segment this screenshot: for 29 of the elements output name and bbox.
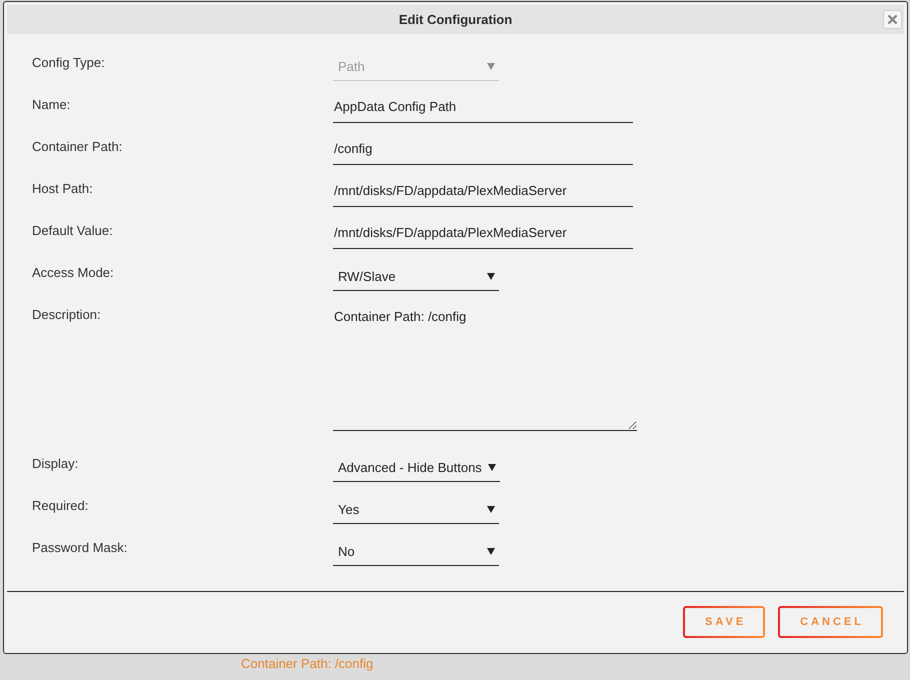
- caret-icon: [488, 464, 496, 470]
- field-label: Required:: [32, 498, 90, 514]
- field-label: Description:: [32, 307, 102, 323]
- field-label: Access Mode:: [32, 265, 115, 281]
- text-field[interactable]: /config: [333, 139, 633, 165]
- field-label: Config Type:: [32, 55, 106, 71]
- text-field[interactable]: AppData Config Path: [333, 97, 633, 123]
- dropdown[interactable]: Yes: [333, 498, 499, 524]
- dropdown[interactable]: No: [333, 540, 499, 566]
- text-field[interactable]: /mnt/disks/FD/appdata/PlexMediaServer: [333, 223, 633, 249]
- caret-icon: [487, 62, 495, 70]
- field-label: Name:: [32, 97, 72, 113]
- dropdown[interactable]: RW/Slave: [333, 265, 499, 291]
- text-field[interactable]: /mnt/disks/FD/appdata/PlexMediaServer: [333, 181, 633, 207]
- close-icon: [888, 15, 897, 24]
- text-area[interactable]: Container Path: /config: [333, 307, 637, 431]
- dropdown[interactable]: Advanced - Hide Buttons: [333, 456, 500, 482]
- dropdown: Path: [333, 55, 499, 81]
- background-page-text: Container Path: /config: [241, 656, 374, 671]
- field-label: Display:: [32, 456, 80, 472]
- caret-icon: [487, 548, 495, 554]
- field-label: Container Path:: [32, 139, 124, 155]
- field-label: Password Mask:: [32, 540, 128, 556]
- close-button[interactable]: [883, 10, 902, 29]
- caret-icon: [487, 272, 495, 280]
- field-label: Host Path:: [32, 181, 94, 197]
- caret-icon: [487, 506, 495, 512]
- field-label: Default Value:: [32, 223, 114, 239]
- dialog-title: Edit Configuration: [398, 12, 512, 27]
